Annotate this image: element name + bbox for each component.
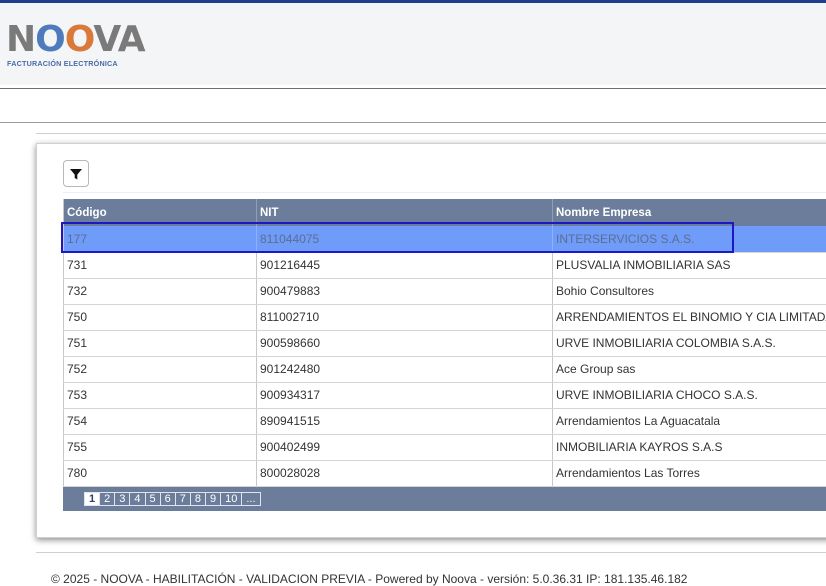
cell-codigo[interactable]: 754 <box>63 408 257 435</box>
cell-codigo[interactable]: 750 <box>63 304 257 331</box>
noova-logo[interactable]: NOOVA FACTURACIÓN ELECTRÓNICA <box>6 21 146 71</box>
cell-codigo[interactable]: 752 <box>63 356 257 383</box>
table-header-row: Código NIT Nombre Empresa <box>63 199 826 226</box>
cell-nit[interactable]: 900402499 <box>256 434 553 461</box>
page-link[interactable]: 2 <box>99 492 116 506</box>
app-header: NOOVA FACTURACIÓN ELECTRÓNICA <box>0 3 826 85</box>
table-row[interactable]: 732 900479883 Bohio Consultores <box>63 278 826 305</box>
companies-table: Código NIT Nombre Empresa 177 811044075 … <box>63 199 826 487</box>
logo-subtitle: FACTURACIÓN ELECTRÓNICA <box>7 59 118 68</box>
table-row-selected[interactable]: 177 811044075 INTERSERVICIOS S.A.S. <box>63 226 826 253</box>
cell-codigo[interactable]: 751 <box>63 330 257 357</box>
page-link[interactable]: 5 <box>144 492 161 506</box>
table-row[interactable]: 750 811002710 ARRENDAMIENTOS EL BINOMIO … <box>63 304 826 331</box>
page-link[interactable]: 3 <box>114 492 131 506</box>
cell-nit[interactable]: 811002710 <box>256 304 553 331</box>
cell-nit[interactable]: 900934317 <box>256 382 553 409</box>
table-row[interactable]: 753 900934317 URVE INMOBILIARIA CHOCO S.… <box>63 382 826 409</box>
cell-nit[interactable]: 811044075 <box>256 226 553 253</box>
divider <box>0 88 826 89</box>
cell-codigo[interactable]: 731 <box>63 252 257 279</box>
page-link[interactable]: 9 <box>205 492 222 506</box>
cell-nombre[interactable]: Bohio Consultores <box>552 278 826 305</box>
table-row[interactable]: 755 900402499 INMOBILIARIA KAYROS S.A.S <box>63 434 826 461</box>
logo-wordmark: NOOVA <box>6 19 146 60</box>
filter-icon <box>70 168 82 179</box>
cell-nombre[interactable]: Arrendamientos La Aguacatala <box>552 408 826 435</box>
page-link[interactable]: 6 <box>159 492 176 506</box>
column-header-nombre-empresa[interactable]: Nombre Empresa <box>552 199 826 226</box>
table-row[interactable]: 731 901216445 PLUSVALIA INMOBILIARIA SAS <box>63 252 826 279</box>
table-row[interactable]: 780 800028028 Arrendamientos Las Torres <box>63 460 826 487</box>
table-row[interactable]: 752 901242480 Ace Group sas <box>63 356 826 383</box>
cell-nit[interactable]: 900598660 <box>256 330 553 357</box>
footer-text: © 2025 - NOOVA - HABILITACIÓN - VALIDACI… <box>51 572 688 586</box>
cell-nombre[interactable]: Arrendamientos Las Torres <box>552 460 826 487</box>
divider <box>36 133 826 134</box>
companies-panel: Código NIT Nombre Empresa 177 811044075 … <box>36 143 826 538</box>
cell-nombre[interactable]: PLUSVALIA INMOBILIARIA SAS <box>552 252 826 279</box>
page-link[interactable]: 8 <box>189 492 206 506</box>
cell-nit[interactable]: 890941515 <box>256 408 553 435</box>
cell-nombre[interactable]: URVE INMOBILIARIA CHOCO S.A.S. <box>552 382 826 409</box>
page-link-current[interactable]: 1 <box>84 492 101 506</box>
cell-nombre[interactable]: INMOBILIARIA KAYROS S.A.S <box>552 434 826 461</box>
cell-nit[interactable]: 901216445 <box>256 252 553 279</box>
page-link-more[interactable]: ... <box>241 492 261 506</box>
cell-nit[interactable]: 800028028 <box>256 460 553 487</box>
cell-nombre[interactable]: INTERSERVICIOS S.A.S. <box>552 226 826 253</box>
column-header-nit[interactable]: NIT <box>256 199 553 226</box>
table-row[interactable]: 754 890941515 Arrendamientos La Aguacata… <box>63 408 826 435</box>
page-link[interactable]: 4 <box>129 492 146 506</box>
cell-nombre[interactable]: Ace Group sas <box>552 356 826 383</box>
cell-codigo[interactable]: 177 <box>63 226 257 253</box>
divider <box>0 122 826 123</box>
cell-nombre[interactable]: ARRENDAMIENTOS EL BINOMIO Y CIA LIMITADA <box>552 304 826 331</box>
cell-nombre[interactable]: URVE INMOBILIARIA COLOMBIA S.A.S. <box>552 330 826 357</box>
pagination: 1 2 3 4 5 6 7 8 9 10 ... <box>84 492 261 506</box>
cell-codigo[interactable]: 732 <box>63 278 257 305</box>
column-header-codigo[interactable]: Código <box>63 199 257 226</box>
panel-divider <box>63 192 826 193</box>
cell-codigo[interactable]: 755 <box>63 434 257 461</box>
pagination-bar: 1 2 3 4 5 6 7 8 9 10 ... <box>63 487 826 511</box>
page-link[interactable]: 7 <box>174 492 191 506</box>
page-link[interactable]: 10 <box>220 492 243 506</box>
cell-codigo[interactable]: 753 <box>63 382 257 409</box>
table-row[interactable]: 751 900598660 URVE INMOBILIARIA COLOMBIA… <box>63 330 826 357</box>
cell-nit[interactable]: 900479883 <box>256 278 553 305</box>
cell-codigo[interactable]: 780 <box>63 460 257 487</box>
cell-nit[interactable]: 901242480 <box>256 356 553 383</box>
filter-button[interactable] <box>63 160 89 187</box>
footer-divider <box>36 552 826 553</box>
